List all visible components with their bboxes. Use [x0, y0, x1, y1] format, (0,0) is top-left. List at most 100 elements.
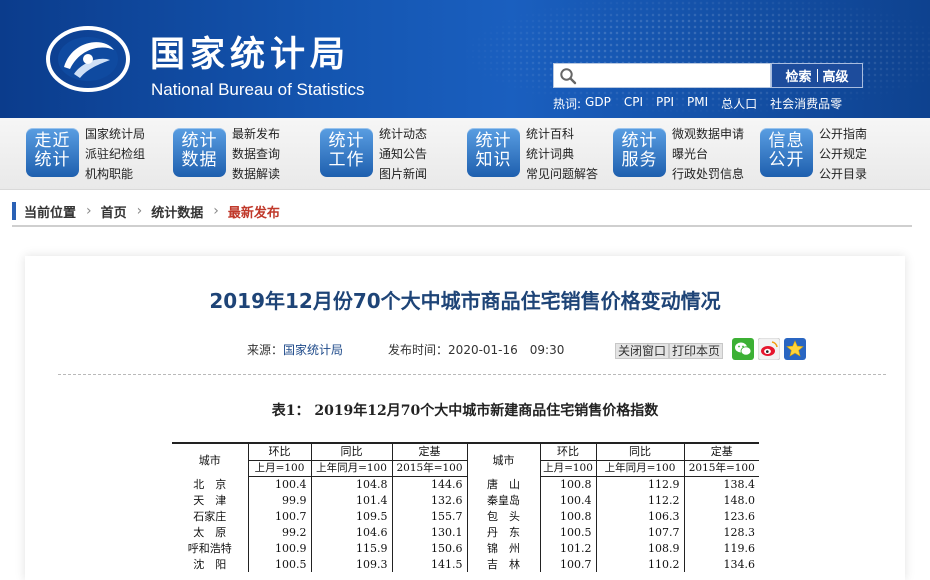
value-cell: 100.4: [248, 476, 312, 492]
value-cell: 100.5: [540, 524, 597, 540]
header-mom-right: 环比: [540, 442, 597, 461]
meta-divider: [58, 374, 886, 375]
nav-link-microdata[interactable]: 微观数据申请: [672, 124, 744, 144]
advanced-search-button[interactable]: 高级: [818, 66, 854, 85]
subheader-fixed-base-right: 2015年=100: [684, 460, 759, 477]
favorite-star-icon[interactable]: [784, 338, 806, 360]
city-cell: 唐 山: [467, 476, 541, 492]
nav-link-functions[interactable]: 机构职能: [85, 164, 145, 184]
value-cell: 100.8: [540, 508, 597, 524]
search-box: [553, 63, 771, 88]
value-cell: 106.3: [596, 508, 685, 524]
nav-link-notices[interactable]: 通知公告: [379, 144, 427, 164]
value-cell: 132.6: [392, 492, 468, 508]
site-header: 国家统计局 National Bureau of Statistics 检索 高…: [0, 0, 930, 118]
nav-link-latest-release[interactable]: 最新发布: [232, 124, 280, 144]
table-row: 呼和浩特 100.9 115.9 150.6 锦 州 101.2 108.9 1…: [172, 540, 759, 556]
subheader-mom-base-left: 上月=100: [248, 460, 312, 477]
table-row: 石家庄 100.7 109.5 155.7 包 头 100.8 106.3 12…: [172, 508, 759, 524]
value-cell: 115.9: [311, 540, 393, 556]
source-link[interactable]: 国家统计局: [283, 341, 343, 358]
nav-badge-knowledge[interactable]: 统计 知识: [467, 128, 520, 177]
nav-link-disclosure-catalog[interactable]: 公开目录: [819, 164, 867, 184]
hotword-population[interactable]: 总人口: [721, 95, 757, 112]
nav-badge-work[interactable]: 统计 工作: [320, 128, 373, 177]
value-cell: 99.9: [248, 492, 312, 508]
nbs-logo-icon[interactable]: [44, 22, 132, 94]
nav-link-faq[interactable]: 常见问题解答: [526, 164, 598, 184]
search-icon: [560, 68, 577, 85]
city-cell: 丹 东: [467, 524, 541, 540]
header-yoy-left: 同比: [311, 442, 393, 461]
search-button[interactable]: 检索: [780, 66, 816, 85]
chevron-right-icon: ›: [136, 203, 143, 219]
value-cell: 100.4: [540, 492, 597, 508]
nav-link-data-interpretation[interactable]: 数据解读: [232, 164, 280, 184]
site-name-cn[interactable]: 国家统计局: [150, 26, 350, 77]
nav-link-exposure[interactable]: 曝光台: [672, 144, 744, 164]
value-cell: 155.7: [392, 508, 468, 524]
breadcrumb-latest-release[interactable]: 最新发布: [228, 202, 280, 221]
nav-link-encyclopedia[interactable]: 统计百科: [526, 124, 598, 144]
hotword-cpi[interactable]: CPI: [624, 95, 643, 112]
city-cell: 石家庄: [172, 508, 249, 524]
nav-link-disclosure-rules[interactable]: 公开规定: [819, 144, 867, 164]
value-cell: 128.3: [723, 525, 756, 539]
table-header-row: 城市 环比 同比 定基 城市 环比 同比 定基: [172, 442, 759, 476]
hotwords-bar: 热词: GDP CPI PPI PMI 总人口 社会消费品零: [553, 95, 855, 112]
table-row: 太 原 99.2 104.6 130.1 丹 东 100.5 107.7 128…: [172, 524, 759, 540]
value-cell: 108.9: [596, 540, 685, 556]
subheader-yoy-base-left: 上年同月=100: [311, 460, 393, 477]
nav-link-discipline-team[interactable]: 派驻纪检组: [85, 144, 145, 164]
header-fixed-left: 定基: [392, 442, 468, 461]
wechat-icon[interactable]: [732, 338, 754, 360]
city-cell: 锦 州: [467, 540, 541, 556]
table-subheader-row: 上月=100 上年同月=100 2015年=100 上月=100 上年同月=10…: [172, 460, 759, 477]
table-row: 天 津 99.9 101.4 132.6 秦皇岛 100.4 112.2 148…: [172, 492, 759, 508]
article-panel: 2019年12月份70个大中城市商品住宅销售价格变动情况 来源： 国家统计局 发…: [25, 256, 905, 580]
weibo-icon[interactable]: [758, 338, 780, 360]
value-cell: 119.6: [723, 541, 756, 555]
nav-link-disclosure-guide[interactable]: 公开指南: [819, 124, 867, 144]
source-label: 来源：: [247, 343, 284, 357]
nav-link-penalties[interactable]: 行政处罚信息: [672, 164, 744, 184]
site-name-en[interactable]: National Bureau of Statistics: [151, 80, 365, 100]
hotwords-label: 热词:: [553, 97, 582, 111]
value-cell: 138.4: [723, 477, 756, 491]
article-meta: 来源： 国家统计局 发布时间： 2020-01-16 09:30: [247, 341, 564, 358]
value-cell: 112.2: [596, 492, 685, 508]
nav-badge-service[interactable]: 统计 服务: [613, 128, 666, 177]
nav-badge-about[interactable]: 走近 统计: [26, 128, 79, 177]
print-page-button[interactable]: 打印本页: [669, 343, 724, 359]
breadcrumb-statistics-data[interactable]: 统计数据: [151, 202, 203, 221]
hotword-retail[interactable]: 社会消费品零: [770, 95, 842, 112]
nav-badge-data[interactable]: 统计 数据: [173, 128, 226, 177]
nav-badge-disclosure[interactable]: 信息 公开: [760, 128, 813, 177]
value-cell: 100.8: [540, 476, 597, 492]
breadcrumb-home[interactable]: 首页: [101, 202, 127, 221]
hotword-gdp[interactable]: GDP: [585, 95, 611, 112]
pubtime-label: 发布时间：: [388, 343, 449, 357]
nav-link-photo-news[interactable]: 图片新闻: [379, 164, 427, 184]
value-cell: 100.7: [540, 556, 597, 572]
value-cell: 141.5: [392, 556, 468, 572]
close-window-button[interactable]: 关闭窗口: [615, 343, 670, 359]
breadcrumb-label: 当前位置: [24, 205, 77, 221]
city-cell: 吉 林: [467, 556, 541, 572]
city-cell: 天 津: [172, 492, 249, 508]
nav-link-dictionary[interactable]: 统计词典: [526, 144, 598, 164]
pubtime-value: 2020-01-16 09:30: [448, 343, 565, 357]
nav-link-news[interactable]: 统计动态: [379, 124, 427, 144]
search-input[interactable]: [580, 66, 765, 85]
subheader-fixed-base-left: 2015年=100: [392, 460, 468, 477]
hotword-pmi[interactable]: PMI: [687, 95, 708, 112]
chevron-right-icon: ›: [86, 203, 92, 219]
header-fixed-right: 定基: [684, 442, 759, 461]
header-city-left: 城市: [172, 442, 249, 476]
nav-link-nbs[interactable]: 国家统计局: [85, 124, 145, 144]
value-cell: 150.6: [392, 540, 468, 556]
value-cell: 109.5: [311, 508, 393, 524]
city-cell: 秦皇岛: [467, 492, 541, 508]
nav-link-data-query[interactable]: 数据查询: [232, 144, 280, 164]
hotword-ppi[interactable]: PPI: [656, 95, 674, 112]
